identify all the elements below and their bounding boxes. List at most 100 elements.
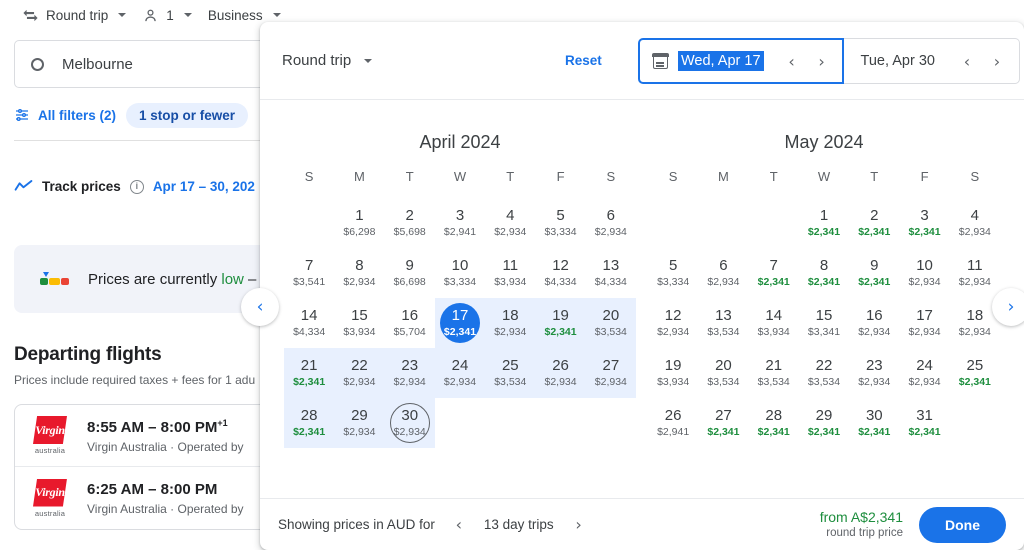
day-price: $2,341 (858, 225, 891, 238)
calendar-day-cell[interactable]: 7 $2,341 (749, 248, 799, 298)
passengers-selector[interactable]: 1 (134, 3, 200, 28)
calendar-day-cell[interactable]: 27 $2,934 (585, 348, 636, 398)
departure-prev-day-button[interactable]: ‹ (780, 49, 804, 73)
calendar-day-cell[interactable]: 3 $2,341 (899, 198, 949, 248)
departure-date-field[interactable]: Wed, Apr 17 ‹ › (638, 38, 844, 84)
calendar-day-cell[interactable]: 5 $3,334 (535, 198, 585, 248)
calendar-day-cell[interactable]: 20 $3,534 (698, 348, 748, 398)
calendar-day-cell[interactable]: 14 $3,934 (749, 298, 799, 348)
calendar-day-cell[interactable]: 28 $2,341 (284, 398, 335, 448)
calendar-day-cell[interactable]: 14 $4,334 (284, 298, 334, 348)
trip-type-selector[interactable]: Round trip (14, 3, 134, 28)
all-filters-button[interactable]: All filters (2) (14, 107, 116, 123)
calendar-day-cell[interactable]: 26 $2,941 (648, 398, 698, 448)
calendar-day-cell[interactable]: 29 $2,934 (334, 398, 385, 448)
calendar-day-cell[interactable]: 9 $6,698 (385, 248, 435, 298)
stops-filter-chip[interactable]: 1 stop or fewer (126, 102, 249, 128)
calendar-day-cell[interactable]: 21 $3,534 (749, 348, 799, 398)
day-price: $2,341 (958, 375, 991, 388)
calendar-day-cell[interactable]: 24 $2,934 (434, 348, 486, 398)
calendar-day-cell[interactable]: 22 $3,534 (799, 348, 849, 398)
trip-length-prev-button[interactable]: ‹ (447, 513, 471, 537)
dialog-trip-type-selector[interactable]: Round trip (282, 52, 373, 69)
calendar-day-cell[interactable]: 30 $2,934 (384, 398, 435, 448)
trip-length-next-button[interactable]: › (567, 513, 591, 537)
day-number: 1 (355, 207, 364, 225)
calendar-day-cell[interactable]: 8 $2,934 (334, 248, 384, 298)
calendar-day-cell[interactable]: 20 $3,534 (585, 298, 636, 348)
reset-button[interactable]: Reset (565, 53, 602, 68)
calendar-day-cell[interactable]: 16 $2,934 (849, 298, 899, 348)
day-number: 14 (765, 307, 783, 325)
previous-month-button[interactable]: ‹ (241, 288, 279, 326)
day-price: $3,341 (807, 325, 841, 338)
calendar-day-cell[interactable]: 25 $3,534 (485, 348, 536, 398)
calendar-day-cell[interactable]: 3 $2,941 (435, 198, 485, 248)
info-icon[interactable]: i (129, 179, 144, 194)
calendar-day-cell[interactable]: 2 $5,698 (385, 198, 435, 248)
flight-result-row[interactable]: Virgin australia 8:55 AM – 8:00 PM+1 Vir… (15, 405, 275, 467)
return-prev-day-button[interactable]: ‹ (955, 49, 979, 73)
trip-type-label: Round trip (46, 7, 109, 23)
calendar-day-cell[interactable]: 22 $2,934 (334, 348, 385, 398)
calendar-day-cell[interactable]: 19 $3,934 (648, 348, 698, 398)
calendar-day-cell[interactable]: 30 $2,341 (849, 398, 899, 448)
calendar-day-cell[interactable]: 12 $2,934 (648, 298, 698, 348)
calendar-day-cell[interactable]: 19 $2,341 (535, 298, 586, 348)
day-content: 16 $2,934 (854, 303, 894, 343)
day-price: $2,934 (594, 225, 627, 238)
weekday-header: S (304, 169, 314, 184)
calendar-day-cell[interactable]: 26 $2,934 (535, 348, 586, 398)
calendar-day-cell[interactable]: 2 $2,341 (849, 198, 899, 248)
calendar-day-cell[interactable]: 10 $2,934 (899, 248, 949, 298)
calendar-day-cell[interactable]: 1 $6,298 (334, 198, 384, 248)
calendar-day-cell[interactable]: 10 $3,334 (435, 248, 485, 298)
day-content: 3 $2,341 (905, 203, 945, 243)
calendar-day-cell[interactable]: 6 $2,934 (698, 248, 748, 298)
calendar-day-cell[interactable]: 16 $5,704 (385, 298, 435, 348)
next-month-button[interactable]: › (992, 288, 1024, 326)
calendar-day-cell[interactable]: 29 $2,341 (799, 398, 849, 448)
done-button[interactable]: Done (919, 506, 1006, 543)
calendar-day-cell[interactable]: 5 $3,334 (648, 248, 698, 298)
day-content: 6 $2,934 (591, 203, 631, 243)
calendar-day-cell[interactable]: 31 $2,341 (899, 398, 949, 448)
return-next-day-button[interactable]: › (985, 49, 1009, 73)
calendar-day-cell[interactable]: 8 $2,341 (799, 248, 849, 298)
calendar-day-cell[interactable]: 13 $4,334 (586, 248, 636, 298)
calendar-day-cell[interactable]: 7 $3,541 (284, 248, 334, 298)
calendar-day-cell[interactable]: 28 $2,341 (749, 398, 799, 448)
calendar-day-cell[interactable]: 21 $2,341 (284, 348, 335, 398)
departure-next-day-button[interactable]: › (810, 49, 834, 73)
calendar-day-cell[interactable]: 11 $3,934 (485, 248, 535, 298)
day-content: 3 $2,941 (440, 203, 480, 243)
calendar-day-cell[interactable]: 24 $2,934 (899, 348, 949, 398)
calendar-day-cell[interactable]: 17 $2,934 (899, 298, 949, 348)
calendar-day-cell[interactable]: 1 $2,341 (799, 198, 849, 248)
day-price: $2,934 (393, 375, 426, 388)
calendar-day-cell[interactable]: 15 $3,341 (799, 298, 849, 348)
day-content: 12 $4,334 (541, 253, 581, 293)
calendar-day-cell[interactable]: 4 $2,934 (485, 198, 535, 248)
calendar-day-cell[interactable]: 6 $2,934 (586, 198, 636, 248)
weekday-header: T (769, 169, 778, 184)
calendar-day-cell[interactable]: 4 $2,934 (950, 198, 1000, 248)
calendar-day-cell[interactable]: 17 $2,341 (434, 298, 486, 348)
flight-result-row[interactable]: Virgin australia 6:25 AM – 8:00 PM Virgi… (15, 467, 275, 529)
calendar-day-cell[interactable]: 23 $2,934 (384, 348, 435, 398)
calendar-day-cell[interactable]: 9 $2,341 (849, 248, 899, 298)
day-price: $2,934 (958, 275, 991, 288)
calendar-day-cell[interactable]: 18 $2,934 (485, 298, 536, 348)
return-date-field[interactable]: Tue, Apr 30 ‹ › (842, 38, 1020, 84)
weekday-header: T (506, 169, 515, 184)
calendar-day-cell[interactable]: 15 $3,934 (334, 298, 384, 348)
calendar-day-cell[interactable]: 23 $2,934 (849, 348, 899, 398)
empty-cell (749, 198, 799, 248)
calendar-day-cell[interactable]: 13 $3,534 (698, 298, 748, 348)
day-content: 27 $2,934 (591, 353, 631, 393)
calendar-day-cell[interactable]: 25 $2,341 (950, 348, 1000, 398)
empty-cell (648, 198, 698, 248)
calendar-day-cell[interactable]: 12 $4,334 (535, 248, 585, 298)
calendar-day-cell[interactable]: 27 $2,341 (698, 398, 748, 448)
calendar-day-cell[interactable]: 11 $2,934 (950, 248, 1000, 298)
